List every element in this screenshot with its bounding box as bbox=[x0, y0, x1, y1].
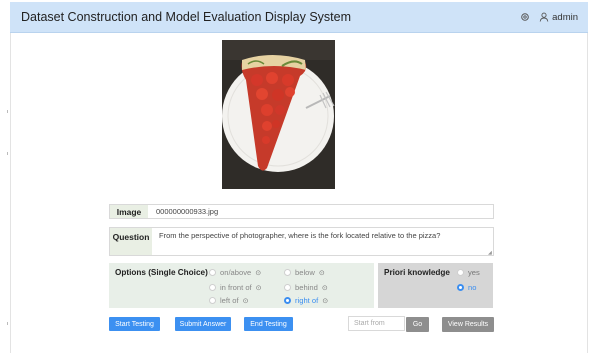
info-icon: ⊙ bbox=[242, 297, 249, 305]
info-icon: ⊙ bbox=[318, 269, 325, 277]
option-label: no bbox=[468, 283, 477, 292]
view-results-button[interactable]: View Results bbox=[442, 317, 494, 332]
dataset-image bbox=[222, 40, 335, 189]
option-label: yes bbox=[468, 268, 480, 277]
margin-mark bbox=[7, 110, 8, 113]
image-label: Image bbox=[110, 205, 148, 218]
info-icon: ⊙ bbox=[321, 284, 328, 292]
start-from-input[interactable]: Start from bbox=[348, 316, 405, 331]
prior-option-yes[interactable]: yes bbox=[457, 268, 480, 277]
app-title: Dataset Construction and Model Evaluatio… bbox=[21, 10, 352, 24]
option-below[interactable]: below ⊙ bbox=[284, 268, 325, 277]
radio-icon[interactable] bbox=[209, 284, 216, 291]
option-label: on/above bbox=[220, 268, 252, 277]
question-text[interactable]: From the perspective of photographer, wh… bbox=[159, 231, 489, 240]
option-in-front-of[interactable]: in front of ⊙ bbox=[209, 283, 262, 292]
margin-mark bbox=[7, 322, 8, 325]
prior-option-no[interactable]: no bbox=[457, 283, 476, 292]
resize-handle-icon[interactable]: ◢ bbox=[488, 250, 492, 256]
user-icon bbox=[538, 12, 549, 23]
radio-selected-icon[interactable] bbox=[284, 297, 291, 304]
option-label: behind bbox=[295, 283, 318, 292]
radio-icon[interactable] bbox=[284, 269, 291, 276]
margin-mark bbox=[7, 152, 8, 155]
prior-knowledge-panel: Priori knowledge yes no bbox=[378, 263, 493, 308]
submit-answer-button[interactable]: Submit Answer bbox=[175, 317, 231, 331]
prior-title: Priori knowledge bbox=[384, 268, 450, 277]
info-icon: ⊙ bbox=[322, 297, 329, 305]
option-label: right of bbox=[295, 296, 319, 305]
image-filename: 000000000933.jpg bbox=[156, 207, 219, 216]
radio-selected-icon[interactable] bbox=[457, 284, 464, 291]
options-title: Options (Single Choice) bbox=[115, 268, 208, 277]
user-menu[interactable]: admin bbox=[538, 12, 578, 23]
option-on-above[interactable]: on/above ⊙ bbox=[209, 268, 261, 277]
info-icon: ⊙ bbox=[255, 284, 262, 292]
radio-icon[interactable] bbox=[209, 269, 216, 276]
go-button[interactable]: Go bbox=[406, 317, 429, 332]
radio-icon[interactable] bbox=[284, 284, 291, 291]
options-panel: Options (Single Choice) on/above ⊙ below… bbox=[109, 263, 374, 308]
option-behind[interactable]: behind ⊙ bbox=[284, 283, 328, 292]
username: admin bbox=[552, 11, 578, 23]
option-right-of[interactable]: right of ⊙ bbox=[284, 296, 328, 305]
option-left-of[interactable]: left of ⊙ bbox=[209, 296, 248, 305]
radio-icon[interactable] bbox=[457, 269, 464, 276]
option-label: in front of bbox=[220, 283, 252, 292]
header-actions: admin bbox=[519, 12, 578, 23]
start-testing-button[interactable]: Start Testing bbox=[109, 317, 160, 331]
radio-icon[interactable] bbox=[209, 297, 216, 304]
question-label: Question bbox=[110, 228, 152, 255]
app-header: Dataset Construction and Model Evaluatio… bbox=[10, 2, 588, 33]
end-testing-button[interactable]: End Testing bbox=[244, 317, 293, 331]
info-icon: ⊙ bbox=[255, 269, 262, 277]
option-label: below bbox=[295, 268, 315, 277]
gear-icon[interactable] bbox=[519, 12, 530, 23]
option-label: left of bbox=[220, 296, 239, 305]
